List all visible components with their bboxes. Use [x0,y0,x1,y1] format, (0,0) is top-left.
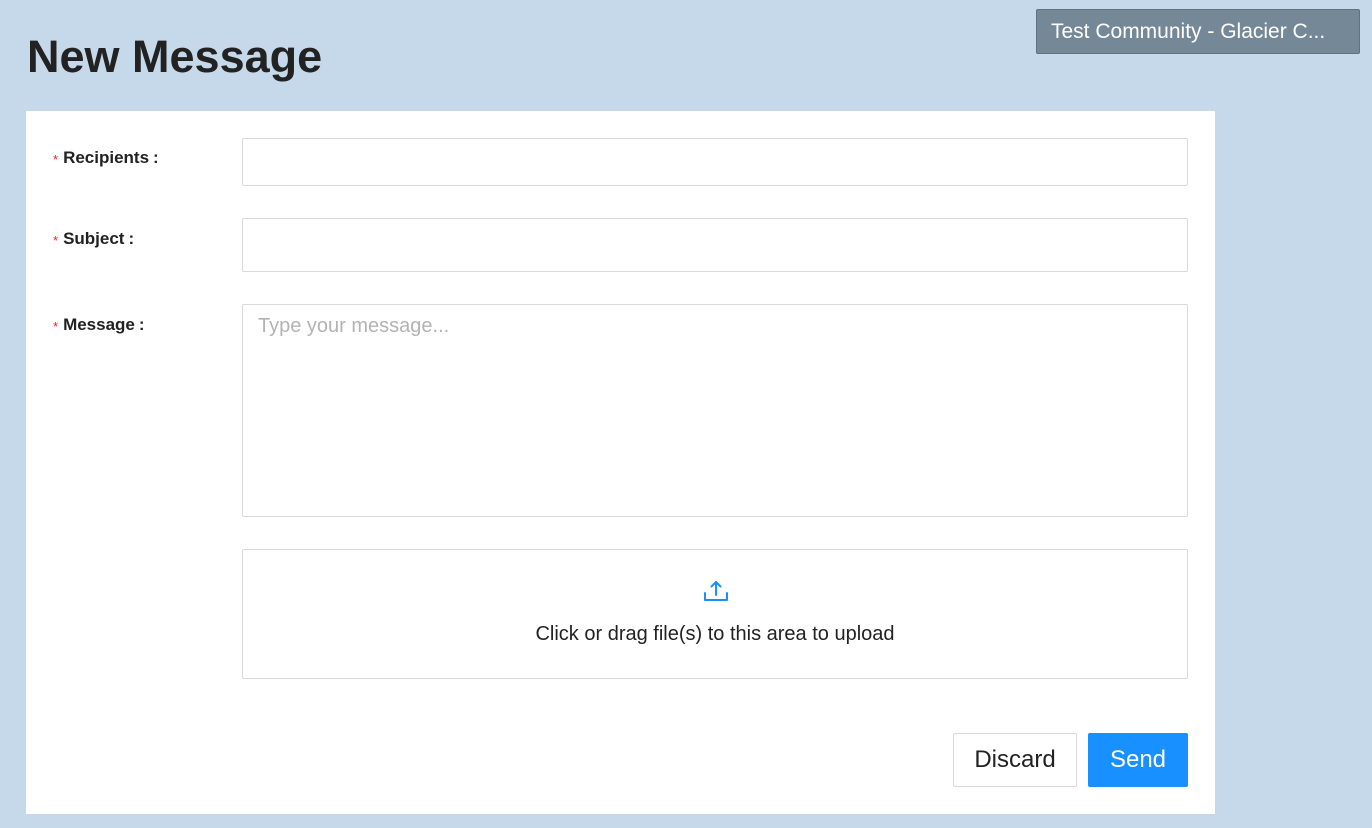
recipients-input[interactable] [242,138,1188,186]
new-message-form-card: * Recipients: * Subject: * Message: Click o… [26,111,1215,814]
subject-label-text: Subject [63,229,125,248]
recipients-label: * Recipients: [53,148,159,168]
send-button[interactable]: Send [1088,733,1188,787]
page-title: New Message [27,31,323,82]
message-label-text: Message [63,315,135,334]
message-label: * Message: [53,315,145,335]
community-selector-button[interactable]: Test Community - Glacier C... [1036,9,1360,54]
upload-instructions: Click or drag file(s) to this area to up… [535,623,895,645]
file-upload-dropzone[interactable]: Click or drag file(s) to this area to up… [242,549,1188,679]
message-textarea[interactable] [242,304,1188,517]
upload-icon [704,581,728,601]
discard-button[interactable]: Discard [953,733,1077,787]
required-marker: * [53,152,59,167]
label-colon: : [153,148,159,167]
required-marker: * [53,319,59,334]
label-colon: : [128,229,135,248]
required-marker: * [53,233,59,248]
subject-input[interactable] [242,218,1188,272]
label-colon: : [138,315,145,334]
subject-label: * Subject: [53,229,134,249]
recipients-label-text: Recipients [63,148,150,167]
